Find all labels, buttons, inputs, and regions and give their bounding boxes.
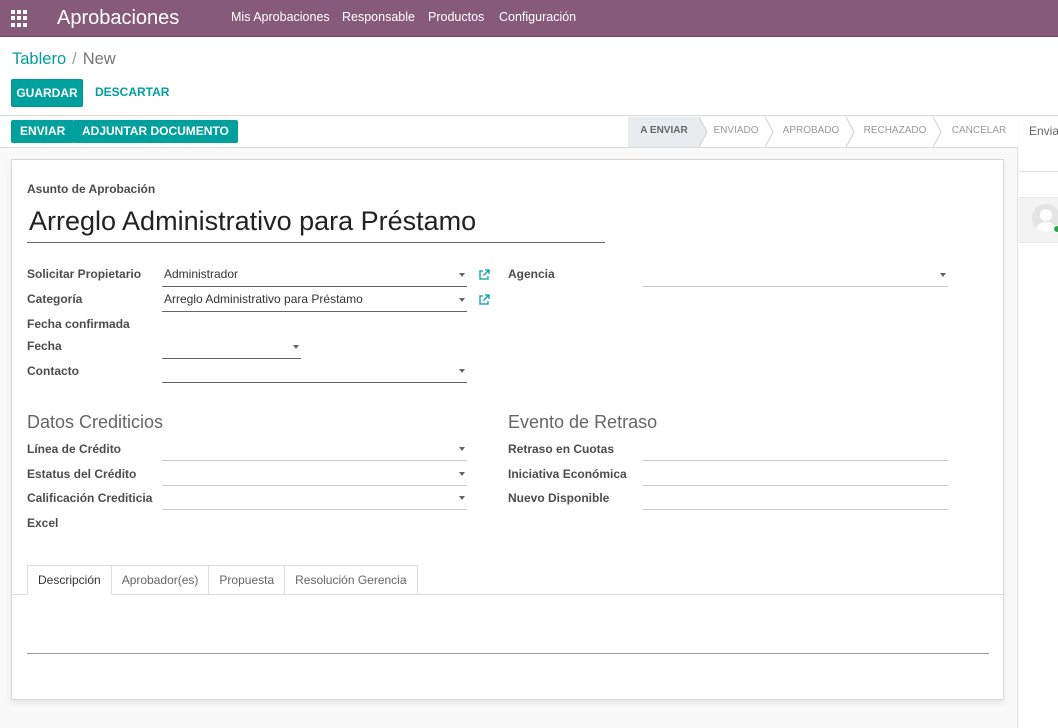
excel-label: Excel [27, 516, 59, 530]
menu-item-mis-aprobaciones[interactable]: Mis Aprobaciones [231, 10, 330, 25]
chevron-down-icon [940, 273, 946, 277]
menu-item-productos[interactable]: Productos [428, 10, 484, 25]
date-input[interactable] [162, 335, 301, 359]
chevron-down-icon [459, 369, 465, 373]
chatter-topbar: Enviar [1019, 117, 1058, 172]
chatter-panel: Enviar [1019, 117, 1058, 728]
tab-descripcion[interactable]: Descripción [27, 565, 112, 595]
control-panel: Tablero / New GUARDAR DESCARTAR [0, 37, 1058, 116]
send-button[interactable]: ENVIAR [11, 120, 75, 143]
credit-rating-select[interactable] [162, 486, 467, 510]
chevron-down-icon [459, 496, 465, 500]
credit-line-select[interactable] [162, 437, 467, 461]
online-status-icon [1053, 225, 1058, 233]
economic-initiative-label: Iniciativa Económica [508, 467, 627, 481]
subject-label: Asunto de Aprobación [27, 182, 156, 196]
attach-document-button[interactable]: ADJUNTAR DOCUMENTO [73, 120, 238, 143]
breadcrumb-current: New [82, 50, 116, 68]
tab-aprobadores[interactable]: Aprobador(es) [110, 565, 210, 595]
chevron-down-icon [459, 472, 465, 476]
breadcrumb-parent-link[interactable]: Tablero [12, 50, 66, 68]
app-title[interactable]: Aprobaciones [57, 5, 179, 31]
statusbar: ENVIAR ADJUNTAR DOCUMENTO A ENVIAR ENVIA… [0, 117, 1018, 148]
credit-rating-label: Calificación Crediticia [27, 491, 153, 505]
chevron-down-icon [459, 447, 465, 451]
send-message-button[interactable]: Enviar [1029, 124, 1058, 138]
excel-field[interactable] [162, 512, 467, 532]
owner-value: Administrador [164, 267, 239, 281]
stage-aprobado[interactable]: APROBADO [775, 117, 847, 147]
menu-item-configuracion[interactable]: Configuración [499, 10, 576, 25]
category-value: Arreglo Administrativo para Préstamo [164, 292, 363, 306]
new-available-label: Nuevo Disponible [508, 491, 610, 505]
stage-rechazado[interactable]: RECHAZADO [856, 117, 934, 147]
menu-item-responsable[interactable]: Responsable [342, 10, 415, 25]
contact-label: Contacto [27, 364, 79, 378]
credit-status-select[interactable] [162, 462, 467, 486]
save-button[interactable]: GUARDAR [11, 79, 83, 107]
stage-enviado[interactable]: ENVIADO [707, 117, 765, 147]
category-select[interactable]: Arreglo Administrativo para Préstamo [162, 288, 467, 312]
category-label: Categoría [27, 292, 83, 306]
owner-label: Solicitar Propietario [27, 267, 142, 281]
agency-label: Agencia [508, 267, 555, 281]
description-editor[interactable] [27, 605, 989, 654]
breadcrumb: Tablero / New [12, 49, 116, 69]
tab-resolucion-gerencia[interactable]: Resolución Gerencia [284, 565, 418, 595]
date-label: Fecha [27, 339, 62, 353]
subject-input[interactable]: Arreglo Administrativo para Préstamo [27, 203, 605, 243]
form-sheet: Asunto de Aprobación Arreglo Administrat… [11, 159, 1004, 700]
economic-initiative-input[interactable] [643, 462, 948, 486]
stage-a-enviar[interactable]: A ENVIAR [628, 117, 700, 147]
discard-button[interactable]: DESCARTAR [95, 85, 169, 99]
tab-propuesta[interactable]: Propuesta [208, 565, 286, 595]
new-available-input[interactable] [643, 486, 948, 510]
chevron-down-icon [293, 345, 299, 349]
notebook-tabs: Descripción Aprobador(es) Propuesta Reso… [27, 565, 418, 595]
agency-select[interactable] [643, 263, 948, 287]
external-link-icon[interactable] [478, 269, 490, 281]
delay-section-title: Evento de Retraso [508, 412, 658, 432]
contact-select[interactable] [162, 359, 467, 383]
installment-delay-label: Retraso en Cuotas [508, 442, 615, 456]
credit-section-title: Datos Crediticios [27, 412, 164, 432]
apps-menu-icon[interactable] [11, 10, 28, 27]
stage-cancelar[interactable]: CANCELAR [943, 117, 1015, 147]
form-view: ENVIAR ADJUNTAR DOCUMENTO A ENVIAR ENVIA… [0, 117, 1018, 728]
owner-select[interactable]: Administrador [162, 263, 467, 287]
chatter-message [1019, 197, 1058, 243]
external-link-icon[interactable] [478, 294, 490, 306]
chevron-down-icon [459, 273, 465, 277]
breadcrumb-separator: / [72, 50, 77, 68]
credit-status-label: Estatus del Crédito [27, 467, 137, 481]
top-navbar: Aprobaciones Mis Aprobaciones Responsabl… [0, 0, 1058, 37]
credit-line-label: Línea de Crédito [27, 442, 122, 456]
confirmed-date-label: Fecha confirmada [27, 317, 130, 331]
installment-delay-input[interactable] [643, 437, 948, 461]
chevron-down-icon [459, 298, 465, 302]
